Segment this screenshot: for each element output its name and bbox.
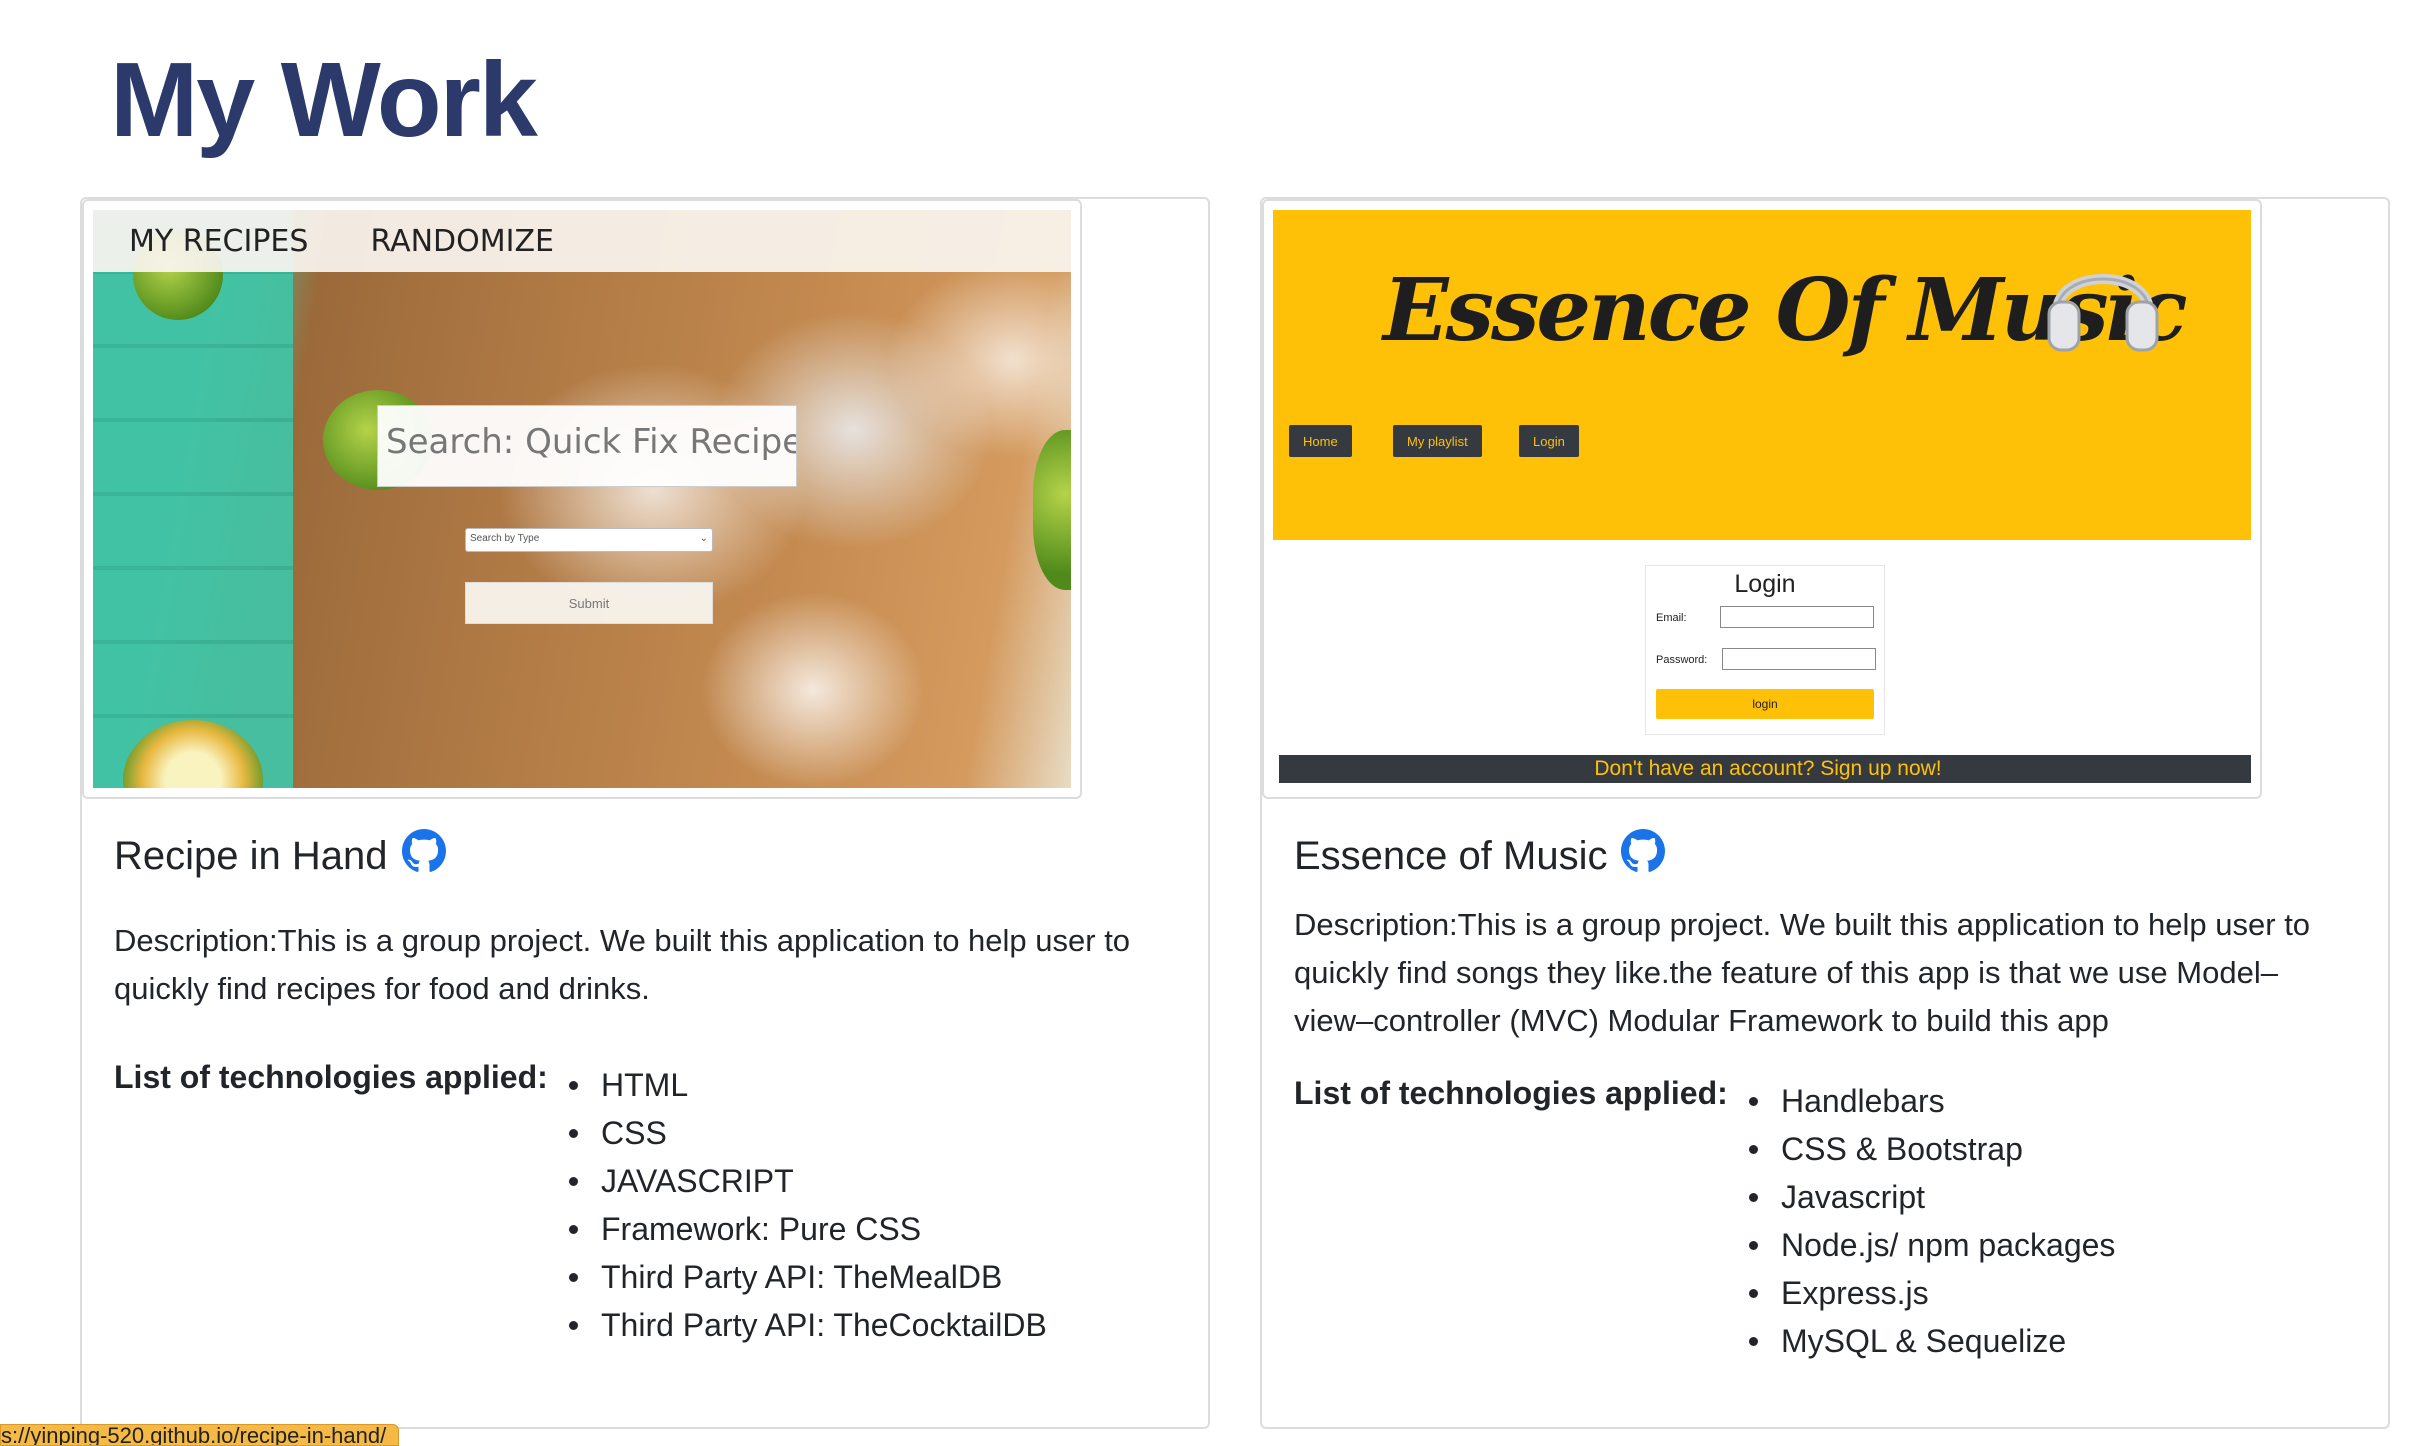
project-title: Essence of Music <box>1294 829 1666 883</box>
email-field <box>1720 606 1874 628</box>
github-icon[interactable] <box>401 829 446 883</box>
tech-list-label: List of technologies applied: <box>1294 1075 1728 1111</box>
password-label: Password: <box>1656 654 1708 666</box>
recipe-background-image <box>93 210 1071 788</box>
login-form: Login Email: Password: login <box>1645 565 1885 735</box>
page-title: My Work <box>110 41 538 159</box>
recipe-type-select-label: Search by Type <box>470 533 540 544</box>
project-title-text: Recipe in Hand <box>114 833 388 878</box>
music-nav-playlist: My playlist <box>1393 425 1482 457</box>
music-nav-login: Login <box>1519 425 1579 457</box>
list-item: Javascript <box>1745 1173 2115 1221</box>
project-screenshot-link[interactable]: Essence Of Music Home My playlist Login … <box>1262 199 2262 799</box>
recipe-nav: MY RECIPES RANDOMIZE <box>93 210 1071 272</box>
music-screenshot: Essence Of Music Home My playlist Login … <box>1273 210 2251 788</box>
music-nav-home: Home <box>1289 425 1352 457</box>
recipe-type-select: Search by Type ⌄ <box>465 528 713 552</box>
recipe-screenshot: MY RECIPES RANDOMIZE Search: Quick Fix R… <box>93 210 1071 788</box>
list-item: Third Party API: TheMealDB <box>565 1253 1047 1301</box>
list-item: CSS <box>565 1109 1047 1157</box>
project-card-essence-of-music: Essence Of Music Home My playlist Login … <box>1260 197 2390 1429</box>
list-item: JAVASCRIPT <box>565 1157 1047 1205</box>
project-description: Description:This is a group project. We … <box>1294 907 2311 1038</box>
list-item: Framework: Pure CSS <box>565 1205 1047 1253</box>
project-title-text: Essence of Music <box>1294 833 1608 878</box>
list-item: HTML <box>565 1061 1047 1109</box>
recipe-search-box: Search: Quick Fix Recipe... <box>377 405 797 487</box>
headphones-icon <box>2047 274 2159 352</box>
project-description: Description:This is a group project. We … <box>114 923 1131 1006</box>
password-field <box>1722 648 1876 670</box>
project-card-recipe-in-hand: MY RECIPES RANDOMIZE Search: Quick Fix R… <box>80 197 1210 1429</box>
email-label: Email: <box>1656 612 1687 624</box>
chevron-down-icon: ⌄ <box>699 533 708 544</box>
project-screenshot-link[interactable]: MY RECIPES RANDOMIZE Search: Quick Fix R… <box>82 199 1082 799</box>
recipe-nav-my-recipes: MY RECIPES <box>129 223 309 259</box>
list-item: Third Party API: TheCocktailDB <box>565 1301 1047 1349</box>
project-title: Recipe in Hand <box>114 829 446 883</box>
login-button: login <box>1656 689 1874 719</box>
list-item: CSS & Bootstrap <box>1745 1125 2115 1173</box>
music-header: Essence Of Music Home My playlist Login <box>1273 210 2251 540</box>
list-item: Node.js/ npm packages <box>1745 1221 2115 1269</box>
tech-list: HTML CSS JAVASCRIPT Framework: Pure CSS … <box>565 1061 1047 1349</box>
recipe-nav-randomize: RANDOMIZE <box>370 223 554 259</box>
recipe-submit-button: Submit <box>465 582 713 624</box>
github-icon[interactable] <box>1621 829 1666 883</box>
login-title: Login <box>1734 570 1796 598</box>
status-bar-url: s://yinping-520.github.io/recipe-in-hand… <box>0 1424 400 1446</box>
list-item: Handlebars <box>1745 1077 2115 1125</box>
list-item: MySQL & Sequelize <box>1745 1317 2115 1365</box>
list-item: Express.js <box>1745 1269 2115 1317</box>
signup-bar: Don't have an account? Sign up now! <box>1279 755 2251 783</box>
tech-list-label: List of technologies applied: <box>114 1059 548 1095</box>
tech-list: Handlebars CSS & Bootstrap Javascript No… <box>1745 1077 2115 1365</box>
